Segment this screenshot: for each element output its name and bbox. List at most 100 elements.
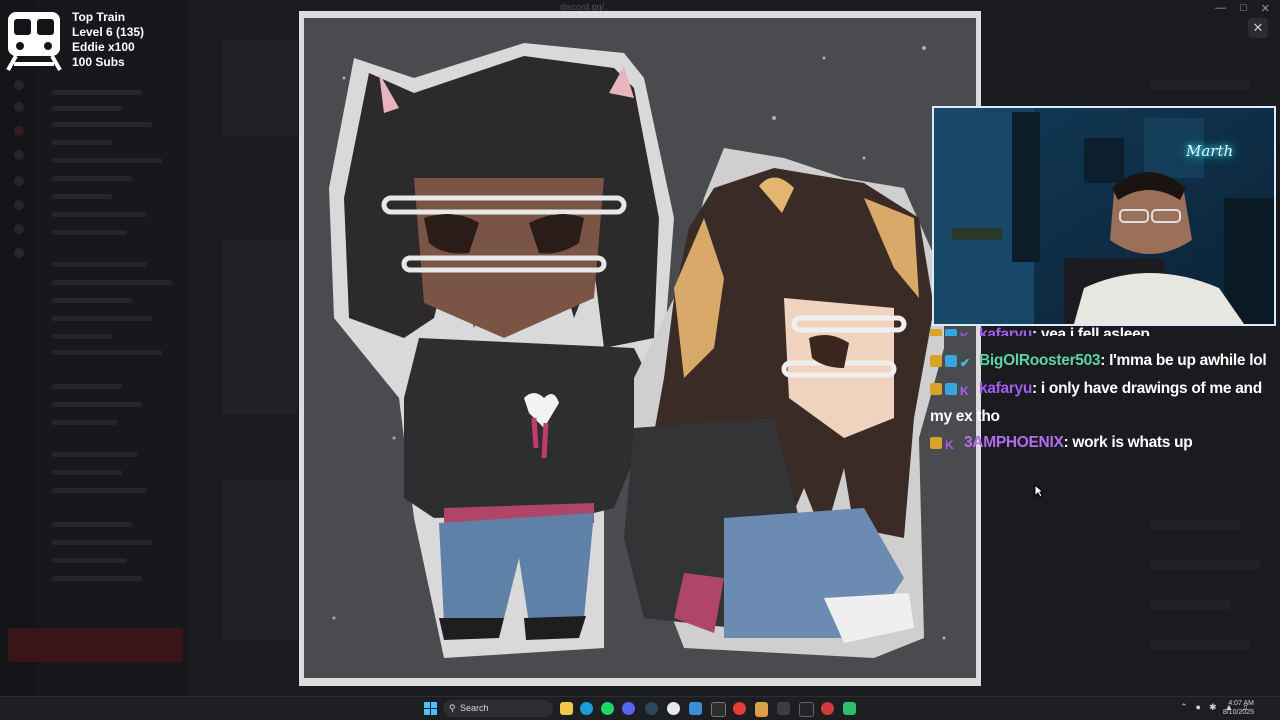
channel-item[interactable] xyxy=(52,298,132,303)
channel-item[interactable] xyxy=(52,420,117,425)
channel-item[interactable] xyxy=(52,350,162,355)
app-icon[interactable] xyxy=(777,702,790,715)
server-icon[interactable] xyxy=(14,176,24,186)
mouse-cursor-icon xyxy=(1034,483,1045,503)
chat-username[interactable]: 3AMPHOENIX xyxy=(964,434,1064,451)
file-explorer-icon[interactable] xyxy=(560,702,573,715)
obs-icon[interactable] xyxy=(711,702,726,717)
spotify-icon[interactable] xyxy=(601,702,614,715)
member-item[interactable] xyxy=(1150,600,1230,610)
cube-badge-icon xyxy=(945,355,957,367)
kick-badge-icon: K xyxy=(960,384,969,398)
channel-item[interactable] xyxy=(52,262,147,267)
search-placeholder: Search xyxy=(460,703,489,713)
kick-badge-icon: K xyxy=(960,331,972,336)
taskbar-search[interactable]: ⚲ Search xyxy=(443,700,553,717)
app-icon[interactable] xyxy=(689,702,702,715)
chibi-artwork[interactable] xyxy=(304,18,976,678)
server-icon[interactable] xyxy=(14,102,24,112)
server-icon[interactable] xyxy=(14,224,24,234)
active-app-icon[interactable] xyxy=(755,702,768,717)
member-item[interactable] xyxy=(1150,560,1260,570)
microphone-icon[interactable]: ● xyxy=(1196,702,1201,713)
start-button[interactable] xyxy=(424,702,437,715)
channel-item[interactable] xyxy=(52,194,112,199)
chevron-up-icon[interactable]: ⌃ xyxy=(1180,702,1188,713)
channel-item[interactable] xyxy=(52,470,122,475)
channel-item[interactable] xyxy=(52,140,112,145)
message-image[interactable] xyxy=(222,40,298,136)
server-icon[interactable] xyxy=(14,126,24,136)
train-level: Level 6 (135) xyxy=(72,25,145,39)
chat-text: : I'mma be up awhile lol xyxy=(1100,352,1267,369)
verified-check-icon: ✔ xyxy=(960,356,970,370)
crown-badge-icon xyxy=(930,383,942,395)
chat-username[interactable]: kafaryu xyxy=(979,326,1032,336)
kick-badge-icon: K xyxy=(945,438,954,452)
close-viewer-button[interactable]: ✕ xyxy=(1248,18,1268,38)
channel-item[interactable] xyxy=(52,212,147,217)
crown-badge-icon xyxy=(930,355,942,367)
channel-item[interactable] xyxy=(52,230,127,235)
chat-username[interactable]: kafaryu xyxy=(979,380,1032,397)
minimize-icon[interactable]: — xyxy=(1215,2,1226,15)
channel-item[interactable] xyxy=(52,558,127,563)
channel-item[interactable] xyxy=(52,540,152,545)
channel-item[interactable] xyxy=(52,384,122,389)
server-sidebar xyxy=(0,0,38,696)
train-widget: Top Train Level 6 (135) Eddie x100 100 S… xyxy=(6,10,144,72)
chat-text: : work is whats up xyxy=(1063,434,1193,451)
voice-status-panel[interactable] xyxy=(8,628,183,662)
train-stats: Top Train Level 6 (135) Eddie x100 100 S… xyxy=(72,10,144,72)
bluetooth-icon[interactable]: ✱ xyxy=(1209,702,1217,713)
maximize-icon[interactable]: □ xyxy=(1240,2,1247,15)
server-icon[interactable] xyxy=(14,150,24,160)
channel-item[interactable] xyxy=(52,452,137,457)
channel-item[interactable] xyxy=(52,576,142,581)
app-icon[interactable] xyxy=(843,702,856,715)
channel-item[interactable] xyxy=(52,158,162,163)
discord-icon[interactable] xyxy=(622,702,635,715)
chat-message: K kafaryu: i only have drawings of me an… xyxy=(930,376,1276,430)
message-image[interactable] xyxy=(222,240,298,415)
channel-item[interactable] xyxy=(52,334,112,339)
channel-item[interactable] xyxy=(52,176,132,181)
chat-text: : yea i fell asleep xyxy=(1032,326,1150,336)
channel-list xyxy=(38,0,188,696)
record-icon[interactable] xyxy=(733,702,746,715)
chrome-icon[interactable] xyxy=(667,702,680,715)
neon-sign-text: Marth xyxy=(1186,142,1234,160)
cube-badge-icon xyxy=(945,383,957,395)
chat-username[interactable]: BigOlRooster503 xyxy=(979,352,1101,369)
channel-item[interactable] xyxy=(52,90,142,95)
channel-item[interactable] xyxy=(52,522,132,527)
chat-badges: K xyxy=(930,432,960,458)
channel-item[interactable] xyxy=(52,280,172,285)
close-icon: ✕ xyxy=(1252,20,1264,35)
member-item[interactable] xyxy=(1150,520,1240,530)
chat-message: ✔ BigOlRooster503: I'mma be up awhile lo… xyxy=(930,348,1276,376)
edge-browser-icon[interactable] xyxy=(580,702,593,715)
steam-icon[interactable] xyxy=(645,702,658,715)
chat-badges: K xyxy=(930,378,975,404)
app-icon[interactable] xyxy=(821,702,834,715)
member-item[interactable] xyxy=(1150,80,1250,90)
channel-item[interactable] xyxy=(52,488,147,493)
close-window-icon[interactable]: ✕ xyxy=(1261,2,1270,15)
message-image[interactable] xyxy=(222,480,298,640)
server-icon[interactable] xyxy=(14,80,24,90)
window-controls: — □ ✕ xyxy=(1215,2,1270,15)
train-subs: 100 Subs xyxy=(72,55,125,69)
server-icon[interactable] xyxy=(14,200,24,210)
channel-item[interactable] xyxy=(52,316,152,321)
server-icon[interactable] xyxy=(14,248,24,258)
member-item[interactable] xyxy=(1150,640,1250,650)
chat-overlay: K kafaryu: yea i fell asleep ✔ BigOlRoos… xyxy=(930,322,1276,458)
windows-logo-icon xyxy=(424,702,437,715)
channel-item[interactable] xyxy=(52,402,142,407)
channel-item[interactable] xyxy=(52,106,122,111)
chat-message: K kafaryu: yea i fell asleep xyxy=(930,322,1276,336)
channel-item[interactable] xyxy=(52,122,152,127)
terminal-icon[interactable] xyxy=(799,702,814,717)
taskbar-clock[interactable]: 4:07 AM 8/10/2025 xyxy=(1223,699,1254,717)
